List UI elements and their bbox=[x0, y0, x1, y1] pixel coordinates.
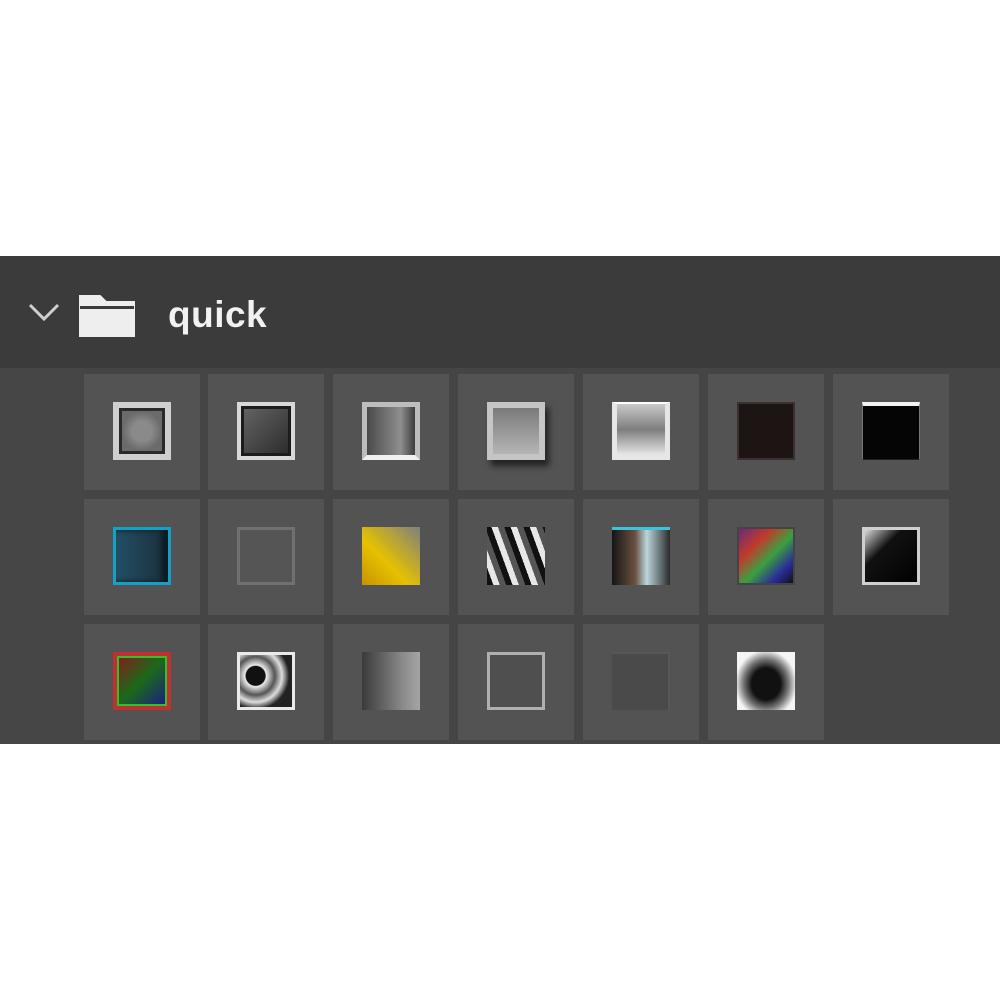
folder-label: quick bbox=[168, 294, 268, 335]
style-preset-rainbow-frame[interactable] bbox=[84, 624, 200, 740]
panel-gutter bbox=[0, 368, 82, 744]
folder-icon bbox=[79, 295, 135, 337]
style-preset-glass-cup[interactable] bbox=[583, 374, 699, 490]
style-preset-marble-chrome[interactable] bbox=[208, 624, 324, 740]
subtle-outline-swatch-icon bbox=[237, 527, 295, 585]
black-glossy-rim-swatch-icon bbox=[862, 527, 920, 585]
styles-panel: quick bbox=[0, 256, 1000, 744]
style-preset-black-solid-white-rim[interactable] bbox=[833, 374, 949, 490]
style-preset-dark-brown-solid[interactable] bbox=[708, 374, 824, 490]
style-preset-black-glossy-rim[interactable] bbox=[833, 499, 949, 615]
soft-gray-gradient-swatch-icon bbox=[362, 652, 420, 710]
style-preset-blue-glow[interactable] bbox=[84, 499, 200, 615]
dark-brown-solid-swatch-icon bbox=[737, 402, 795, 460]
style-preset-gradient-bevel[interactable] bbox=[333, 374, 449, 490]
black-solid-white-rim-swatch-icon bbox=[862, 402, 920, 460]
dark-bevel-swatch-icon bbox=[237, 402, 295, 460]
style-preset-copper-sheen[interactable] bbox=[583, 499, 699, 615]
style-preset-rainbow-foil[interactable] bbox=[708, 499, 824, 615]
chrome-frame-swatch-icon bbox=[113, 402, 171, 460]
glass-cup-swatch-icon bbox=[612, 402, 670, 460]
style-preset-dark-bevel[interactable] bbox=[208, 374, 324, 490]
style-preset-white-dark-blob[interactable] bbox=[708, 624, 824, 740]
thin-outline-swatch-icon bbox=[487, 652, 545, 710]
style-preset-gold-gradient[interactable] bbox=[333, 499, 449, 615]
style-preset-thin-outline[interactable] bbox=[458, 624, 574, 740]
gold-gradient-swatch-icon bbox=[362, 527, 420, 585]
copper-sheen-swatch-icon bbox=[612, 527, 670, 585]
gradient-bevel-swatch-icon bbox=[362, 402, 420, 460]
style-preset-chrome-frame[interactable] bbox=[84, 374, 200, 490]
rainbow-frame-swatch-icon bbox=[113, 652, 171, 710]
style-preset-faint-ghost[interactable] bbox=[583, 624, 699, 740]
folder-header[interactable]: quick bbox=[0, 256, 1000, 368]
style-preset-subtle-outline[interactable] bbox=[208, 499, 324, 615]
style-preset-soft-gray-gradient[interactable] bbox=[333, 624, 449, 740]
chevron-down-icon[interactable] bbox=[26, 300, 62, 324]
chrome-frame-shadow-swatch-icon bbox=[487, 402, 545, 460]
rainbow-foil-swatch-icon bbox=[737, 527, 795, 585]
style-preset-chrome-frame-shadow[interactable] bbox=[458, 374, 574, 490]
blue-glow-swatch-icon bbox=[113, 527, 171, 585]
faint-ghost-swatch-icon bbox=[612, 652, 670, 710]
preset-grid bbox=[0, 368, 1000, 744]
streak-chrome-swatch-icon bbox=[487, 527, 545, 585]
marble-chrome-swatch-icon bbox=[237, 652, 295, 710]
white-dark-blob-swatch-icon bbox=[737, 652, 795, 710]
style-preset-streak-chrome[interactable] bbox=[458, 499, 574, 615]
